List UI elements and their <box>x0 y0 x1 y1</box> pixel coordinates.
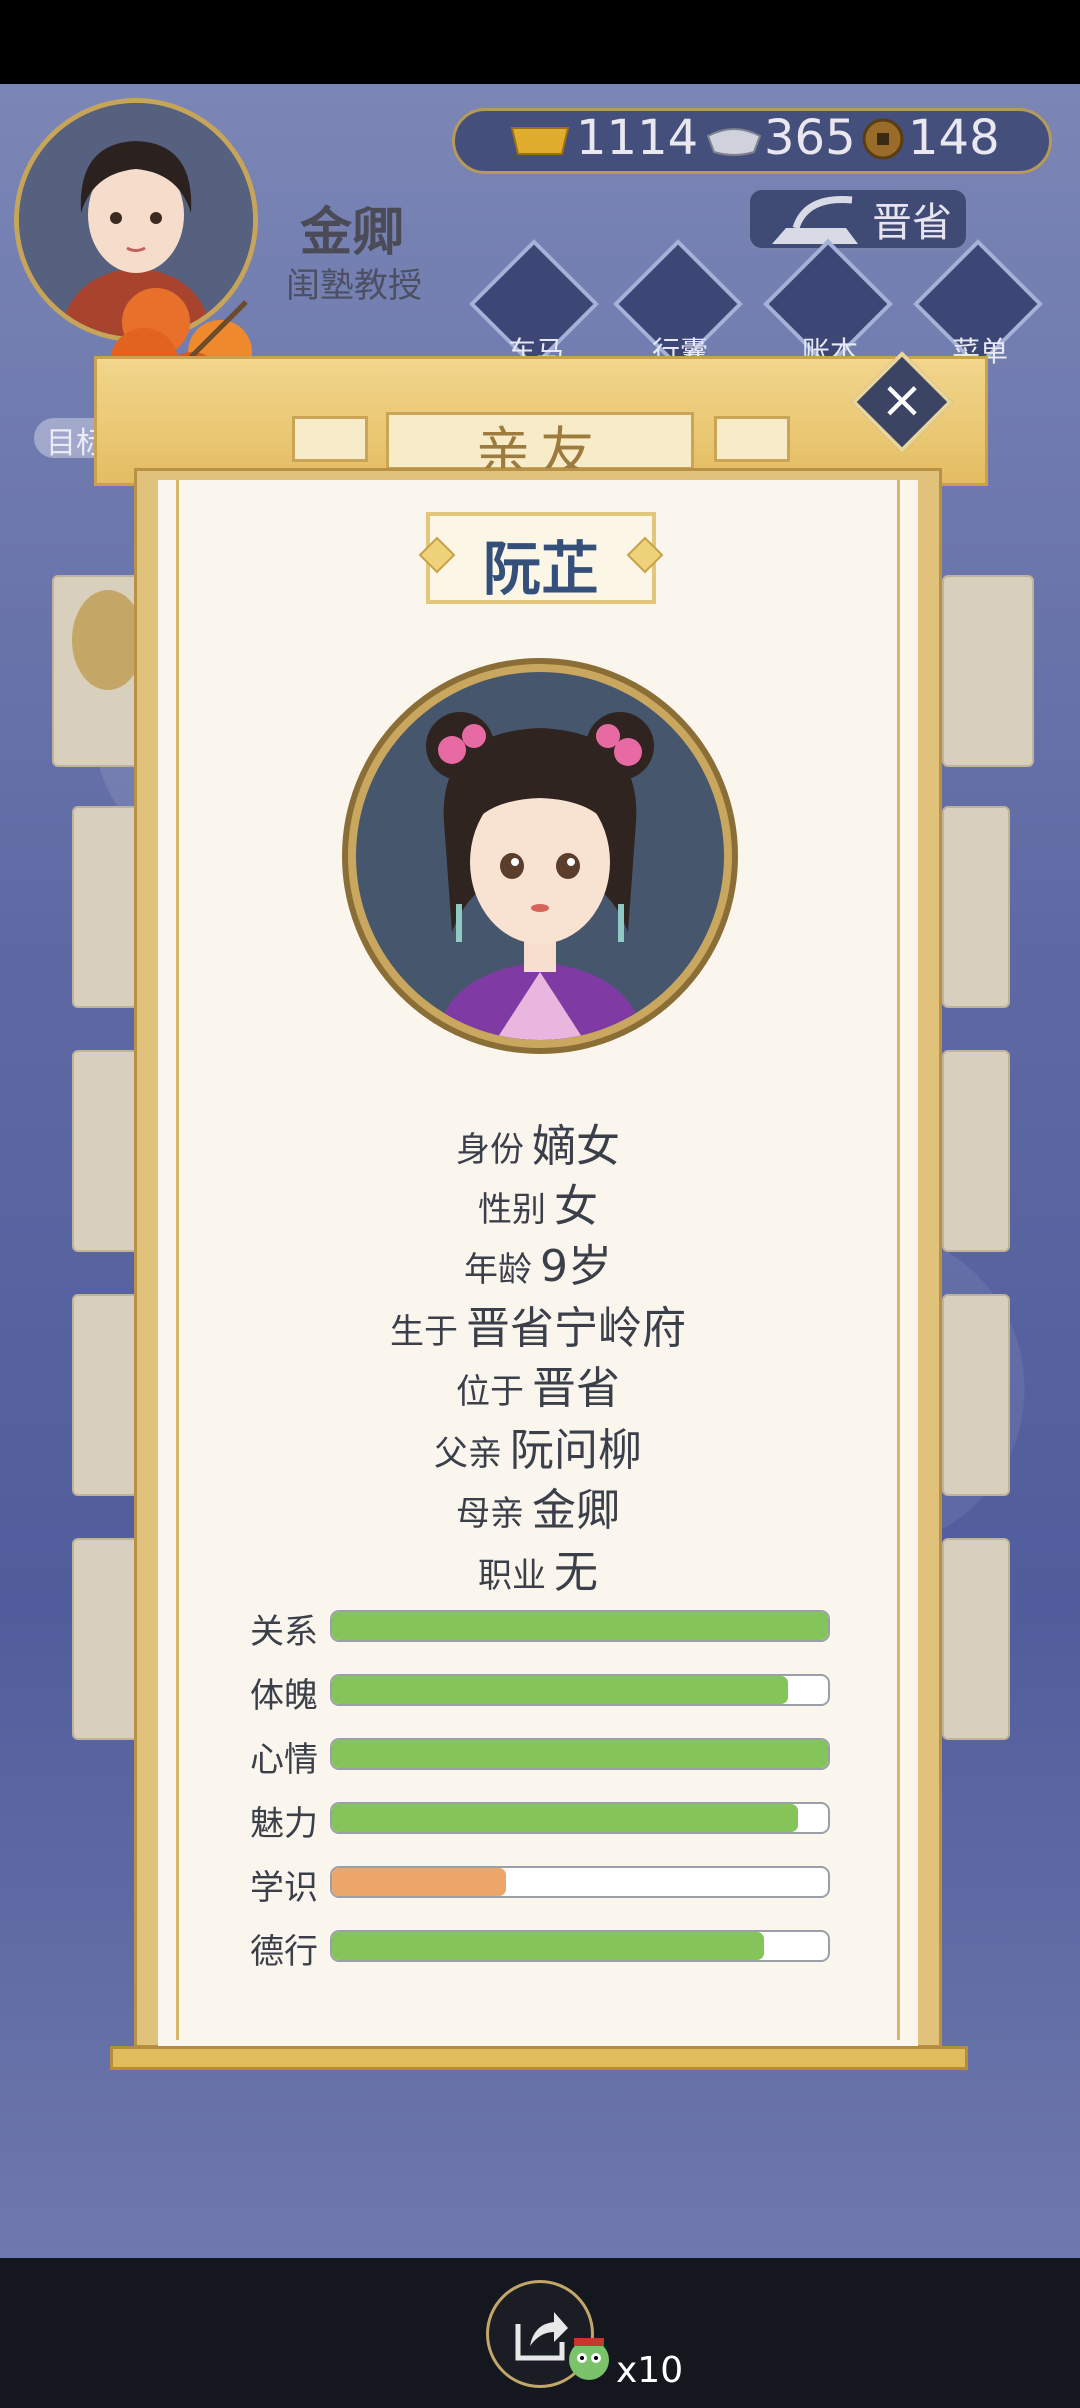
info-key: 母亲 <box>456 1494 524 1534</box>
info-value: 女 <box>554 1181 598 1232</box>
stat-label-mood: 心情 <box>250 1740 318 1780</box>
character-portrait <box>356 672 724 1040</box>
stat-fill-charm <box>332 1804 799 1832</box>
stat-bar-relationship <box>330 1610 830 1642</box>
info-row: 性别女 <box>158 1170 918 1234</box>
stat-label-knowledge: 学识 <box>250 1868 318 1908</box>
background-card <box>942 575 1034 767</box>
share-icon[interactable] <box>508 2302 572 2366</box>
stat-bar-mood <box>330 1738 830 1770</box>
header-ornament-left <box>292 416 368 462</box>
info-value: 晋省宁岭府 <box>466 1303 686 1354</box>
stat-fill-physique <box>332 1676 789 1704</box>
info-row: 生于 晋省宁岭府 <box>158 1292 918 1356</box>
scroll-bottom-rod <box>110 2046 968 2070</box>
info-key: 身份 <box>456 1130 524 1170</box>
background-card <box>942 1294 1010 1496</box>
close-icon[interactable]: × <box>876 370 928 430</box>
info-value: 金卿 <box>532 1485 620 1536</box>
region-icon <box>772 196 858 244</box>
info-value: 嫡女 <box>532 1121 620 1172</box>
copper-coin-icon <box>862 118 904 160</box>
info-key: 父亲 <box>434 1434 502 1474</box>
info-value: 阮问柳 <box>510 1425 642 1476</box>
info-value: 9岁 <box>540 1241 612 1292</box>
player-name: 金卿 <box>300 203 405 263</box>
stat-bar-physique <box>330 1674 830 1706</box>
stat-fill-relationship <box>332 1612 828 1640</box>
header-ornament-right <box>714 416 790 462</box>
info-value: 晋省 <box>532 1363 620 1414</box>
stat-fill-virtue <box>332 1932 764 1960</box>
info-key: 性别 <box>478 1190 546 1230</box>
info-key: 职业 <box>478 1556 546 1596</box>
stat-label-charm: 魅力 <box>250 1804 318 1844</box>
stat-bar-virtue <box>330 1930 830 1962</box>
stat-bar-knowledge <box>330 1866 830 1898</box>
region-label: 晋省 <box>872 200 952 246</box>
info-row: 职业无 <box>158 1536 918 1600</box>
copper-value: 148 <box>908 110 1000 166</box>
character-name: 阮芷 <box>482 535 599 603</box>
gold-ingot-icon <box>510 120 570 156</box>
stat-fill-knowledge <box>332 1868 506 1896</box>
background-card <box>942 1538 1010 1740</box>
mascot-icon <box>569 2338 609 2380</box>
stat-fill-mood <box>332 1740 828 1768</box>
stat-label-relationship: 关系 <box>250 1612 318 1652</box>
silver-value: 365 <box>764 110 856 166</box>
silver-ingot-icon <box>704 118 764 158</box>
share-count: x10 <box>616 2350 684 2391</box>
info-row: 年龄 9岁 <box>158 1230 918 1294</box>
info-row: 母亲 金卿 <box>158 1474 918 1538</box>
info-key: 位于 <box>456 1372 524 1412</box>
info-row: 位于 晋省 <box>158 1352 918 1416</box>
background-card <box>942 1050 1010 1252</box>
status-bar <box>0 0 1080 84</box>
gold-value: 1114 <box>576 110 699 166</box>
info-row: 身份 嫡女 <box>158 1110 918 1174</box>
info-key: 生于 <box>390 1312 458 1352</box>
stat-label-physique: 体魄 <box>250 1676 318 1716</box>
player-title: 闺塾教授 <box>286 266 422 306</box>
stat-label-virtue: 德行 <box>250 1932 318 1972</box>
stat-bar-charm <box>330 1802 830 1834</box>
info-key: 年龄 <box>464 1250 532 1290</box>
background-card <box>942 806 1010 1008</box>
info-row: 父亲 阮问柳 <box>158 1414 918 1478</box>
info-value: 无 <box>554 1547 598 1598</box>
